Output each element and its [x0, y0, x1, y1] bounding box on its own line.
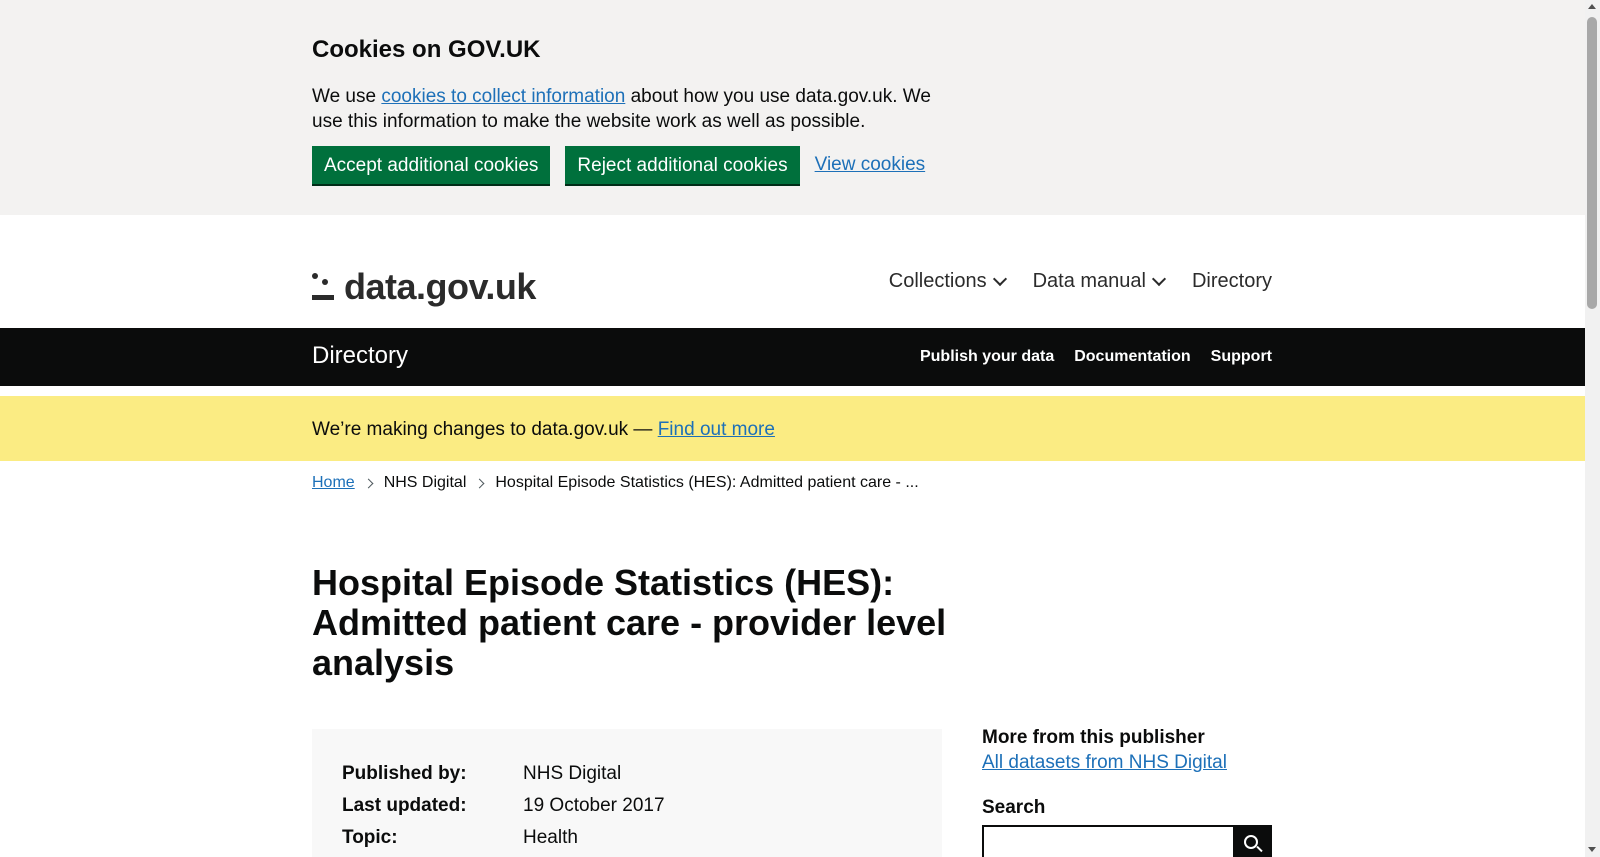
nav-data-manual-label: Data manual — [1032, 270, 1146, 292]
main-nav: Collections Data manual Directory — [861, 270, 1272, 293]
cookies-info-link[interactable]: cookies to collect information — [381, 86, 625, 107]
chevron-right-icon — [474, 478, 485, 488]
dataset-summary: Published by: NHS Digital Last updated: … — [312, 729, 942, 857]
section-nav: Publish your data Documentation Support — [900, 348, 1272, 366]
changes-notice: We’re making changes to data.gov.uk — Fi… — [0, 396, 1585, 461]
nav-collections[interactable]: Collections — [888, 270, 1007, 293]
view-cookies-link[interactable]: View cookies — [815, 154, 926, 176]
summary-label: Last updated: — [342, 795, 467, 816]
chevron-down-icon — [1151, 271, 1167, 286]
support-link[interactable]: Support — [1211, 348, 1272, 366]
chevron-right-icon — [363, 478, 374, 488]
all-datasets-link[interactable]: All datasets from NHS Digital — [982, 750, 1227, 775]
nav-directory[interactable]: Directory — [1192, 270, 1272, 293]
search-box — [982, 825, 1272, 857]
summary-label: Topic: — [342, 827, 398, 848]
chevron-down-icon — [992, 271, 1007, 286]
scroll-thumb[interactable] — [1587, 17, 1597, 309]
cookie-actions: Accept additional cookies Reject additio… — [312, 145, 925, 185]
site-header: data.gov.uk Collections Data manual Dire… — [0, 215, 1585, 328]
summary-row: Topic: Health — [342, 825, 578, 850]
accept-cookies-button[interactable]: Accept additional cookies — [312, 146, 551, 184]
section-title[interactable]: Directory — [312, 342, 408, 370]
nav-collections-label: Collections — [888, 270, 987, 292]
nav-data-manual[interactable]: Data manual — [1032, 270, 1167, 293]
cookie-banner-text: We use cookies to collect information ab… — [312, 84, 952, 134]
reject-cookies-button[interactable]: Reject additional cookies — [565, 146, 800, 184]
page-title: Hospital Episode Statistics (HES): Admit… — [312, 562, 947, 683]
summary-label: Published by: — [342, 763, 467, 784]
section-bar: Directory Publish your data Documentatio… — [0, 328, 1585, 386]
page-scrollbar[interactable] — [1585, 0, 1600, 857]
breadcrumb: Home NHS Digital Hospital Episode Statis… — [312, 473, 919, 493]
notice-text: We’re making changes to data.gov.uk — Fi… — [312, 417, 775, 442]
scroll-up-arrow-icon[interactable] — [1588, 4, 1596, 9]
nav-directory-label: Directory — [1191, 270, 1272, 292]
summary-value: Health — [523, 827, 578, 848]
cookie-banner-title: Cookies on GOV.UK — [312, 36, 541, 63]
breadcrumb-publisher: NHS Digital — [383, 474, 467, 491]
documentation-link[interactable]: Documentation — [1074, 348, 1190, 366]
site-logo[interactable]: data.gov.uk — [312, 266, 536, 308]
search-button[interactable] — [1233, 825, 1272, 857]
logo-mark-icon — [312, 271, 334, 303]
cookie-banner: Cookies on GOV.UK We use cookies to coll… — [0, 0, 1585, 215]
breadcrumb-home[interactable]: Home — [312, 473, 355, 493]
scroll-down-arrow-icon[interactable] — [1588, 847, 1596, 852]
summary-row: Published by: NHS Digital — [342, 761, 621, 786]
breadcrumb-current: Hospital Episode Statistics (HES): Admit… — [495, 474, 919, 491]
viewport: Cookies on GOV.UK We use cookies to coll… — [0, 0, 1585, 857]
summary-value: 19 October 2017 — [523, 795, 665, 816]
cookie-text-before: We use — [312, 86, 382, 107]
more-from-publisher-heading: More from this publisher — [982, 727, 1205, 748]
notice-message: We’re making changes to data.gov.uk — — [312, 419, 658, 440]
find-out-more-link[interactable]: Find out more — [658, 419, 775, 440]
summary-row: Last updated: 19 October 2017 — [342, 793, 665, 818]
search-input[interactable] — [982, 825, 1233, 857]
publish-data-link[interactable]: Publish your data — [920, 348, 1054, 366]
logo-text: data.gov.uk — [344, 266, 536, 307]
search-heading: Search — [982, 797, 1046, 818]
summary-value: NHS Digital — [523, 763, 622, 784]
